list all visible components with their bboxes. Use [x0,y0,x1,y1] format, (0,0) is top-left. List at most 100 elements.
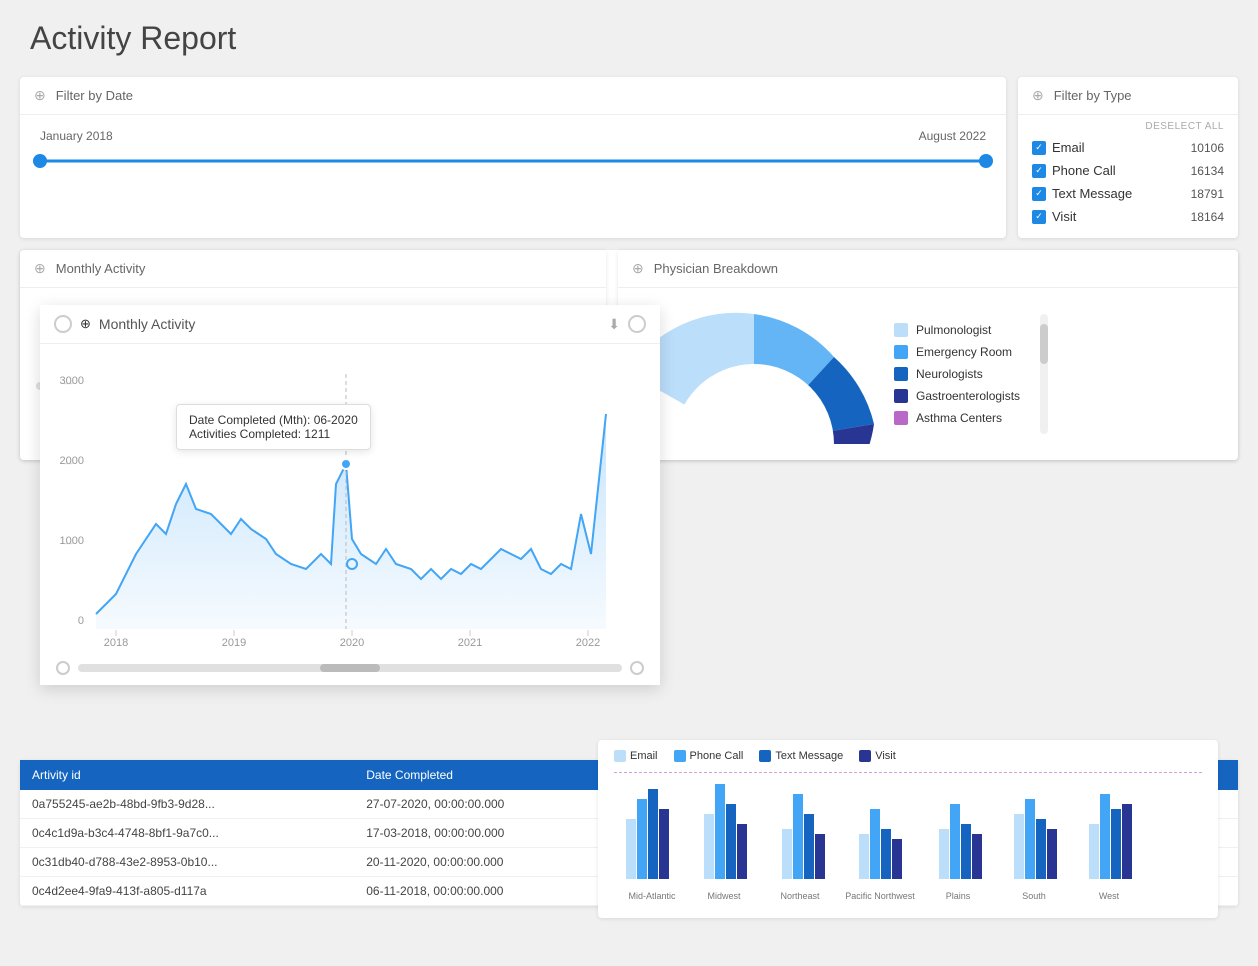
col-header-date: Date Completed [354,760,611,790]
svg-text:Northeast: Northeast [780,891,820,901]
type-row-phone: Phone Call 16134 [1032,159,1224,182]
legend-dot-asthma [894,411,908,425]
left-circle-handle[interactable] [54,315,72,333]
chart-scrollbar-thumb[interactable] [320,664,380,672]
move-icon-type: ⊕ [1032,87,1044,104]
legend-text-bar: Text Message [759,750,843,762]
scroll-right-handle[interactable] [630,661,644,675]
legend-label-asthma: Asthma Centers [916,411,1002,425]
type-label-text: Text Message [1052,186,1132,201]
type-label-visit: Visit [1052,209,1076,224]
legend-pulmonologist: Pulmonologist [894,323,1020,337]
monthly-overlay-title: Monthly Activity [99,316,195,332]
checkbox-text[interactable] [1032,187,1046,201]
end-date-label: August 2022 [919,129,986,143]
type-row-email: Email 10106 [1032,136,1224,159]
svg-text:—: — [64,538,73,548]
filter-type-title: Filter by Type [1054,88,1132,103]
cell-date: 20-11-2020, 00:00:00.000 [354,848,611,877]
start-date-label: January 2018 [40,129,113,143]
legend-phone-color [674,750,686,762]
right-circle-handle[interactable] [628,315,646,333]
checkbox-phone[interactable] [1032,164,1046,178]
legend-phone-label: Phone Call [690,750,744,762]
checkbox-visit[interactable] [1032,210,1046,224]
legend-label-emergency: Emergency Room [916,345,1012,359]
slider-left-handle[interactable] [33,154,47,168]
legend-email-bar: Email [614,750,658,762]
filter-type-card: ⊕ Filter by Type DESELECT ALL Email 1010… [1018,77,1238,238]
monthly-bg-title: Monthly Activity [56,261,146,276]
type-row-text: Text Message 18791 [1032,182,1224,205]
cell-date: 06-11-2018, 00:00:00.000 [354,877,611,906]
type-label-email: Email [1052,140,1085,155]
svg-text:2021: 2021 [458,637,482,649]
col-header-id: Artivity id [20,760,354,790]
legend-gastro: Gastroenterologists [894,389,1020,403]
legend-email-color [614,750,626,762]
bar-legend: Email Phone Call Text Message Visit [614,750,1202,762]
svg-text:—: — [64,378,73,388]
physician-scrollbar[interactable] [1040,314,1048,434]
date-labels: January 2018 August 2022 [40,129,986,143]
bar-chart-card: Email Phone Call Text Message Visit [598,740,1218,918]
legend-label-gastro: Gastroenterologists [916,389,1020,403]
legend-label-neurologists: Neurologists [916,367,983,381]
svg-text:Mid-Atlantic: Mid-Atlantic [628,891,676,901]
type-row-visit: Visit 18164 [1032,205,1224,228]
slider-track [40,160,986,163]
svg-text:South: South [1022,891,1046,901]
date-slider[interactable] [40,151,986,171]
legend-dot-pulmonologist [894,323,908,337]
legend-container: Pulmonologist Emergency Room Neurologist… [894,323,1020,425]
svg-text:Plains: Plains [946,891,971,901]
scroll-left-handle[interactable] [56,661,70,675]
monthly-overlay-header: ⊕ Monthly Activity ⬇ [40,305,660,344]
move-icon-physician: ⊕ [632,260,644,277]
checkbox-email[interactable] [1032,141,1046,155]
filter-date-title: Filter by Date [56,88,133,103]
svg-text:2019: 2019 [222,637,246,649]
chart-area: 3000 — 2000 — 1000 — 0 2018 2019 2020 20… [40,344,660,685]
move-icon-monthly-bg: ⊕ [34,260,46,277]
cell-date: 27-07-2020, 00:00:00.000 [354,790,611,819]
type-count-phone: 16134 [1191,164,1224,178]
physician-header: ⊕ Physician Breakdown [618,250,1238,288]
legend-dot-neurologists [894,367,908,381]
svg-text:—: — [64,458,73,468]
legend-neurologists: Neurologists [894,367,1020,381]
deselect-all[interactable]: DESELECT ALL [1032,121,1224,132]
monthly-activity-overlay-card: ⊕ Monthly Activity ⬇ 3000 — 2000 — [40,305,660,685]
chart-scrollbar-row [56,661,644,675]
physician-body: Pulmonologist Emergency Room Neurologist… [618,288,1238,460]
dashed-line [614,772,1202,773]
physician-scrollbar-thumb[interactable] [1040,324,1048,364]
bar-chart-body: Email Phone Call Text Message Visit [598,740,1218,918]
export-icon[interactable]: ⬇ [608,316,620,333]
move-icon: ⊕ [34,87,46,104]
cell-id: 0c31db40-d788-43e2-8953-0b10... [20,848,354,877]
legend-emergency: Emergency Room [894,345,1020,359]
type-count-visit: 18164 [1191,210,1224,224]
top-row: ⊕ Filter by Date January 2018 August 202… [20,77,1238,238]
chart-scrollbar[interactable] [78,664,622,672]
cell-date: 17-03-2018, 00:00:00.000 [354,819,611,848]
svg-text:2018: 2018 [104,637,128,649]
filter-type-header: ⊕ Filter by Type [1018,77,1238,115]
slider-right-handle[interactable] [979,154,993,168]
filter-date-card: ⊕ Filter by Date January 2018 August 202… [20,77,1006,238]
type-count-email: 10106 [1191,141,1224,155]
legend-dot-emergency [894,345,908,359]
tooltip-line1: Date Completed (Mth): 06-2020 [189,413,358,427]
tooltip-line2: Activities Completed: 1211 [189,427,358,441]
legend-text-label: Text Message [775,750,843,762]
legend-text-color [759,750,771,762]
page-title: Activity Report [20,20,1238,57]
legend-dot-gastro [894,389,908,403]
svg-text:2020: 2020 [340,637,364,649]
chart-tooltip: Date Completed (Mth): 06-2020 Activities… [176,404,371,450]
filter-type-body: DESELECT ALL Email 10106 Phone Call 1613… [1018,115,1238,238]
filter-date-header: ⊕ Filter by Date [20,77,1006,115]
cell-id: 0a755245-ae2b-48bd-9fb3-9d28... [20,790,354,819]
donut-chart [634,304,874,444]
